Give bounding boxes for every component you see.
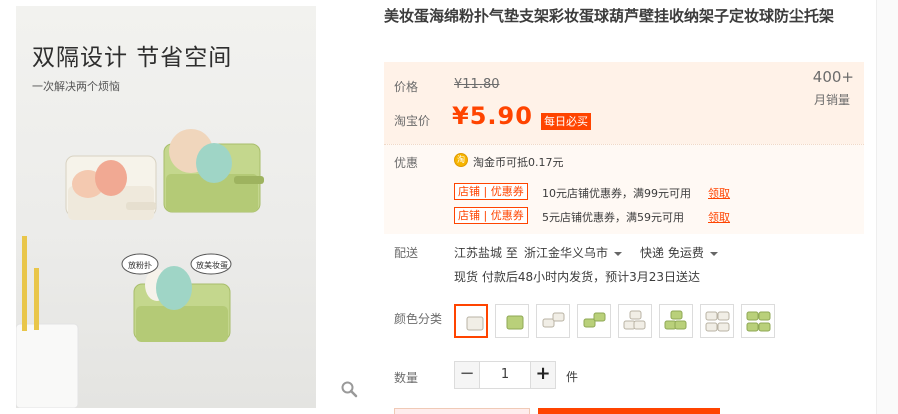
color-swatch-green-double[interactable] <box>577 304 611 338</box>
coupon-tag: 店铺 | 优惠券 <box>454 183 528 200</box>
coupon-description: 10元店铺优惠券，满99元可用 <box>542 187 691 200</box>
ship-to-text: 浙江金华义乌市 <box>524 246 609 260</box>
product-gallery: 双隔设计 节省空间 一次解决两个烦恼 放粉扑 放美妆蛋 <box>0 0 370 414</box>
claim-coupon-link[interactable]: 领取 <box>708 185 730 201</box>
price-section: 价格 ¥11.80 淘宝价 ¥5.90 每日必买 400+ 月销量 <box>384 62 864 144</box>
bubble-right-text: 放美妆蛋 <box>196 260 228 270</box>
delivery-estimate: 现货 付款后48小时内发货，预计3月23日送达 <box>454 270 700 284</box>
color-swatch-green-single[interactable] <box>495 304 529 338</box>
taobao-coin-icon: 淘 <box>454 153 468 167</box>
promotion-section: 优惠 淘 淘金币可抵0.17元 店铺 | 优惠券 10元店铺优惠券，满99元可用… <box>384 144 864 234</box>
product-title: 美妆蛋海绵粉扑气垫支架彩妆蛋球葫芦壁挂收纳架子定妆球防尘托架 <box>384 7 835 25</box>
color-swatch-white-single[interactable] <box>454 304 488 338</box>
color-swatch-white-double[interactable] <box>536 304 570 338</box>
main-product-image[interactable]: 双隔设计 节省空间 一次解决两个烦恼 放粉扑 放美妆蛋 <box>16 6 316 408</box>
color-swatch-white-triple[interactable] <box>618 304 652 338</box>
magnifier-icon[interactable] <box>340 380 358 398</box>
product-illustration: 放粉扑 放美妆蛋 <box>16 129 264 408</box>
quantity-label: 数量 <box>394 371 419 385</box>
chevron-down-icon <box>614 251 623 256</box>
current-price: ¥5.90 <box>452 102 533 130</box>
ship-to-selector[interactable]: 浙江金华义乌市 <box>524 244 623 261</box>
coin-deduction-text: 淘金币可抵0.17元 <box>473 156 564 169</box>
color-swatch-green-quad[interactable] <box>741 304 775 338</box>
taobao-price-label: 淘宝价 <box>394 114 431 128</box>
shipping-label: 配送 <box>394 246 419 260</box>
price-label: 价格 <box>394 80 419 94</box>
minus-button[interactable]: − <box>454 361 480 389</box>
color-label: 颜色分类 <box>394 312 443 326</box>
promotion-label: 优惠 <box>394 156 419 170</box>
shipping-method-selector[interactable]: 快递 免运费 <box>640 244 718 261</box>
quantity-input[interactable]: 1 <box>480 361 530 389</box>
color-swatch-white-quad[interactable] <box>700 304 734 338</box>
original-price: ¥11.80 <box>454 77 500 92</box>
claim-coupon-link[interactable]: 领取 <box>708 209 730 225</box>
daily-must-buy-badge: 每日必买 <box>541 113 591 130</box>
bubble-left-text: 放粉扑 <box>128 260 152 270</box>
page-edge <box>876 0 898 414</box>
product-info-panel: 美妆蛋海绵粉扑气垫支架彩妆蛋球葫芦壁挂收纳架子定妆球防尘托架 价格 ¥11.80… <box>384 0 898 414</box>
chevron-down-icon <box>709 251 718 256</box>
color-swatch-green-triple[interactable] <box>659 304 693 338</box>
coupon-description: 5元店铺优惠券，满59元可用 <box>542 211 684 224</box>
shipping-method-text: 快递 免运费 <box>640 246 704 260</box>
buy-now-button[interactable] <box>394 408 530 414</box>
coupon-tag: 店铺 | 优惠券 <box>454 207 528 224</box>
ship-from: 江苏盐城 至 <box>454 246 518 260</box>
monthly-sales-label: 月销量 <box>813 93 850 107</box>
plus-button[interactable]: + <box>530 361 556 389</box>
quantity-unit: 件 <box>566 370 579 384</box>
monthly-sales-count: 400+ <box>812 68 854 86</box>
add-to-cart-button[interactable] <box>538 408 720 414</box>
